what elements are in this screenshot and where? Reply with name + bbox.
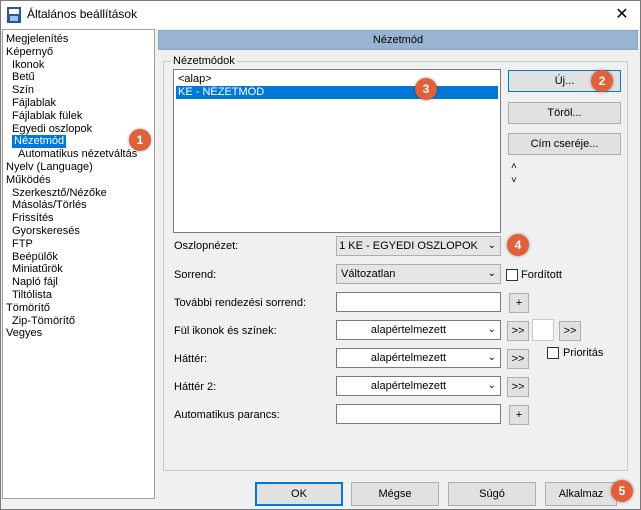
background-value: alapértelmezett: [370, 352, 447, 364]
extra-order-add-button[interactable]: +: [509, 293, 529, 313]
tab-icons-value: alapértelmezett: [370, 324, 447, 336]
chevron-down-icon: ⌄: [487, 268, 496, 279]
callout-badge-1: 1: [129, 129, 151, 151]
move-up-icon[interactable]: ˄: [511, 161, 517, 172]
tree-item[interactable]: Egyedi oszlopok: [12, 123, 92, 136]
chevron-down-icon: ⌄: [487, 352, 496, 363]
chevron-down-icon: ⌄: [487, 240, 496, 251]
auto-command-add-button[interactable]: +: [509, 405, 529, 425]
callout-badge-2: 2: [591, 70, 613, 92]
cancel-button[interactable]: Mégse: [351, 482, 439, 506]
ok-button[interactable]: OK: [255, 482, 343, 506]
tree-item[interactable]: Ikonok: [12, 59, 44, 72]
color-swatch[interactable]: [532, 319, 554, 341]
callout-badge-5: 5: [611, 480, 633, 502]
rename-button[interactable]: Cím cseréje...: [508, 133, 621, 155]
viewmodes-list[interactable]: <alap> KE - NÉZETMÓD: [173, 69, 501, 233]
tree-item[interactable]: Betű: [12, 71, 35, 84]
background-label: Háttér:: [174, 353, 208, 365]
tree-item[interactable]: Nézetmód: [12, 135, 67, 149]
tab-icons-more2-button[interactable]: >>: [559, 321, 581, 341]
auto-command-input[interactable]: [336, 404, 501, 424]
tree-item[interactable]: Nyelv (Language): [6, 161, 93, 174]
extra-order-input[interactable]: [336, 292, 501, 312]
app-icon: [7, 7, 21, 23]
order-select[interactable]: Változatlan ⌄: [336, 264, 501, 284]
close-icon[interactable]: ✕: [612, 5, 632, 25]
background2-select[interactable]: alapértelmezett ⌄: [336, 376, 501, 396]
reverse-checkbox[interactable]: [506, 269, 518, 281]
page-title: Nézetmód: [158, 30, 638, 50]
chevron-down-icon: ⌄: [487, 324, 496, 335]
callout-badge-4: 4: [507, 234, 529, 256]
viewmodes-group-label: Nézetmódok: [171, 55, 237, 67]
tree-item[interactable]: Gyorskeresés: [12, 225, 80, 238]
tree-item[interactable]: Képernyő: [6, 46, 53, 59]
tab-icons-select[interactable]: alapértelmezett ⌄: [336, 320, 501, 340]
settings-window: Általános beállítások ✕ Megjelenítés Képe…: [0, 0, 641, 510]
move-down-icon[interactable]: ˅: [511, 175, 517, 186]
tree-item[interactable]: FTP: [12, 238, 33, 251]
window-title: Általános beállítások: [27, 7, 138, 21]
tree-item[interactable]: Működés: [6, 174, 51, 187]
order-label: Sorrend:: [174, 269, 217, 281]
columns-value: 1 KE - EGYEDI OSZLOPOK: [339, 240, 478, 252]
background2-label: Háttér 2:: [174, 381, 217, 393]
tree-item[interactable]: Automatikus nézetváltás: [18, 148, 137, 161]
tree-item[interactable]: Tiltólista: [12, 289, 52, 302]
background2-value: alapértelmezett: [370, 380, 447, 392]
priority-label: Prioritás: [563, 347, 604, 359]
priority-checkbox[interactable]: [547, 347, 559, 359]
tree-item[interactable]: Zip-Tömörítő: [12, 315, 75, 328]
list-item-selected[interactable]: KE - NÉZETMÓD: [176, 86, 498, 99]
tree-item[interactable]: Fájlablak: [12, 97, 56, 110]
callout-badge-3: 3: [415, 78, 437, 100]
background-more-button[interactable]: >>: [507, 349, 529, 369]
reverse-label: Fordított: [521, 269, 562, 281]
tree-item[interactable]: Tömörítő: [6, 302, 50, 315]
tree-item[interactable]: Beépülők: [12, 251, 58, 264]
background-select[interactable]: alapértelmezett ⌄: [336, 348, 501, 368]
chevron-down-icon: ⌄: [487, 380, 496, 391]
tree-item[interactable]: Szín: [12, 84, 34, 97]
background2-more-button[interactable]: >>: [507, 377, 529, 397]
tree-item[interactable]: Megjelenítés: [6, 33, 68, 46]
delete-button[interactable]: Töröl...: [508, 102, 621, 124]
tree-item[interactable]: Másolás/Törlés: [12, 199, 87, 212]
tab-icons-more-button[interactable]: >>: [507, 321, 529, 341]
columns-label: Oszlopnézet:: [174, 240, 239, 252]
tree-item[interactable]: Frissítés: [12, 212, 54, 225]
apply-button[interactable]: Alkalmaz: [545, 482, 617, 506]
tree-item[interactable]: Szerkesztő/Nézőke: [12, 187, 107, 200]
tree-item[interactable]: Napló fájl: [12, 276, 58, 289]
help-button[interactable]: Súgó: [448, 482, 536, 506]
tree-item[interactable]: Fájlablak fülek: [12, 110, 82, 123]
list-item[interactable]: <alap>: [176, 73, 498, 86]
columns-select[interactable]: 1 KE - EGYEDI OSZLOPOK ⌄: [336, 236, 501, 256]
auto-command-label: Automatikus parancs:: [174, 409, 280, 421]
extra-order-label: További rendezési sorrend:: [174, 297, 307, 309]
order-value: Változatlan: [341, 268, 396, 280]
tab-icons-label: Fül ikonok és színek:: [174, 325, 277, 337]
settings-tree: Megjelenítés Képernyő Ikonok Betű Szín Fájlab…: [2, 29, 155, 499]
title-bar: Általános beállítások ✕: [1, 1, 640, 29]
tree-item[interactable]: Miniatűrök: [12, 263, 63, 276]
tree-item[interactable]: Vegyes: [6, 327, 42, 340]
